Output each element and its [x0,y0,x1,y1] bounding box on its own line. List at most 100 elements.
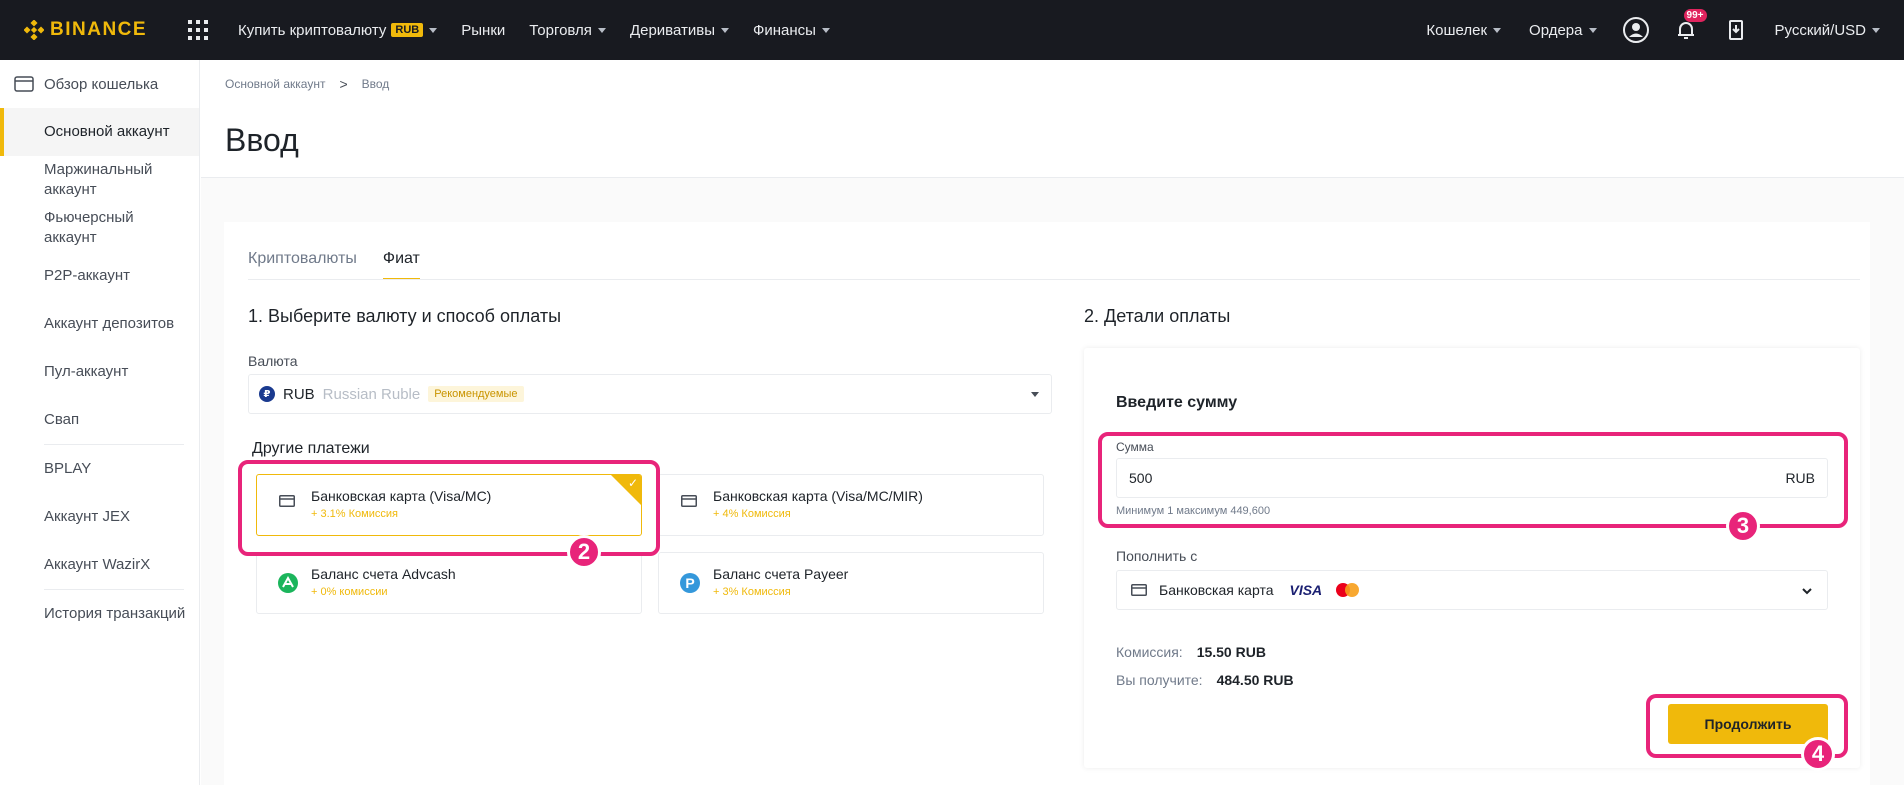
breadcrumb-parent[interactable]: Основной аккаунт [225,77,325,91]
funding-source-select[interactable]: Банковская карта VISA [1116,570,1828,610]
receive-row: Вы получите: 484.50 RUB [1116,672,1294,688]
payment-option-name: Баланс счета Payeer [713,566,849,582]
breadcrumb-current: Ввод [361,77,390,91]
chevron-down-icon [1493,27,1502,33]
nav-finance[interactable]: Финансы [753,22,830,39]
bell-icon [1677,22,1694,39]
sidebar-item-label: Свап [44,411,80,428]
nav-trade[interactable]: Торговля [529,22,606,39]
chevron-down-icon [1588,27,1597,33]
select-currency-title: 1. Выберите валюту и способ оплаты [248,306,562,326]
nav-wallet-label: Кошелек [1426,21,1488,39]
nav-trade-label: Торговля [529,21,592,39]
nav-orders[interactable]: Ордера [1529,21,1597,39]
sidebar-item-jex[interactable]: Аккаунт JEX [0,493,199,541]
download-button[interactable] [1721,15,1751,45]
breadcrumb: Основной аккаунт > Ввод [225,76,389,92]
card-icon [681,495,697,507]
profile-button[interactable] [1621,15,1651,45]
sidebar-item-label: Аккаунт депозитов [44,315,175,332]
annotation-badge-step2: 2 [567,535,601,569]
logo-text: BINANCE [50,19,148,40]
binance-logo[interactable]: BINANCE [24,19,154,41]
funding-source-value: Банковская карта [1159,582,1274,598]
chevron-down-icon [597,27,606,33]
currency-select[interactable]: ₽ RUB Russian Ruble Рекомендуемые [248,374,1052,414]
chevron-down-icon [429,27,438,33]
chevron-down-icon [720,27,729,33]
receive-label: Вы получите: [1116,672,1203,688]
visa-logo: VISA [1289,582,1323,598]
notification-count-badge: 99+ [1683,9,1707,22]
nav-markets[interactable]: Рынки [461,22,505,39]
mastercard-logo-icon [1336,583,1360,597]
nav-buy-crypto[interactable]: Купить криптовалюту RUB [238,21,438,39]
download-app-icon [1728,20,1743,40]
sidebar-item-history[interactable]: История транзакций [0,590,199,638]
tab-fiat[interactable]: Фиат [382,250,420,280]
annotation-badge-step3: 3 [1726,509,1760,543]
sidebar-item-bplay[interactable]: BPLAY [0,445,199,493]
other-payments-label: Другие платежи [252,440,370,457]
page-header: Основной аккаунт > Ввод Ввод [201,60,1904,178]
tab-crypto[interactable]: Криптовалюты [248,250,357,280]
top-right-menu: Кошелек Ордера 99+ Русский/USD [1412,0,1904,60]
sidebar-item-wazirx[interactable]: Аккаунт WazirX [0,541,199,589]
nav-finance-label: Финансы [752,21,816,39]
svg-text:P: P [685,575,694,591]
page-title: Ввод [225,122,299,158]
sidebar-item-futures[interactable]: Фьючерсный аккаунт [0,204,150,252]
nav-derivatives[interactable]: Деривативы [630,22,729,39]
fee-value: 15.50 RUB [1196,644,1266,660]
chevron-down-icon [1031,392,1039,397]
nav-derivatives-label: Деривативы [629,21,715,39]
payment-option-name: Банковская карта (Visa/MC/MIR) [713,488,923,504]
nav-buy-crypto-label: Купить криптовалюту [238,21,387,39]
payment-option-fee: + 4% Комиссия [713,508,791,520]
notifications-button[interactable]: 99+ [1671,9,1707,45]
sidebar-item-wallet-overview[interactable]: Обзор кошелька [0,60,199,108]
fee-row: Комиссия: 15.50 RUB [1116,644,1266,660]
currency-name: Russian Ruble [322,385,421,403]
payment-option-card-visa-mc-mir[interactable]: Банковская карта (Visa/MC/MIR) + 4% Коми… [658,474,1044,536]
sidebar-item-savings[interactable]: Аккаунт депозитов [0,300,199,348]
sidebar-item-label: BPLAY [44,460,92,477]
payment-option-name: Баланс счета Advcash [311,566,456,582]
chevron-down-icon [1802,588,1812,595]
currency-label: Валюта [248,353,298,369]
sidebar-item-label: Маржинальный аккаунт [44,161,153,198]
tabs-divider [248,279,1860,280]
sidebar-item-label: P2P-аккаунт [44,267,130,284]
chevron-down-icon [1872,27,1880,33]
sidebar-item-main-account[interactable]: Основной аккаунт [0,108,199,156]
payment-details-title: 2. Детали оплаты [1084,306,1231,326]
nav-wallet[interactable]: Кошелек [1426,21,1502,39]
payment-option-fee: + 3% Комиссия [713,586,791,598]
chevron-down-icon [821,27,830,33]
apps-grid-icon[interactable] [188,20,208,40]
fee-label: Комиссия: [1116,644,1183,660]
sidebar-item-margin[interactable]: Маржинальный аккаунт [0,156,153,204]
wallet-sidebar: Обзор кошелька Основной аккаунт Маржинал… [0,60,200,785]
top-navigation-bar: BINANCE Купить криптовалюту RUB Рынки То… [0,0,1904,60]
nav-orders-label: Ордера [1529,21,1583,39]
rub-badge: RUB [391,23,424,37]
sidebar-item-label: Пул-аккаунт [44,363,129,380]
annotation-badge-step4: 4 [1801,737,1835,771]
payment-option-fee: + 0% комиссии [311,586,388,598]
funding-source-label: Пополнить с [1116,548,1198,564]
main-nav: Купить криптовалюту RUB Рынки Торговля Д… [226,22,842,39]
sidebar-item-p2p[interactable]: P2P-аккаунт [0,252,199,300]
receive-value: 484.50 RUB [1216,672,1294,688]
language-currency-selector[interactable]: Русский/USD [1775,22,1880,39]
nav-markets-label: Рынки [461,21,506,39]
payeer-icon: P [680,573,700,593]
deposit-tabs: Криптовалюты Фиат [248,250,446,280]
sidebar-item-pool[interactable]: Пул-аккаунт [0,348,199,396]
ruble-icon: ₽ [259,386,275,402]
binance-logo-icon [24,20,44,40]
payment-option-payeer[interactable]: P Баланс счета Payeer + 3% Комиссия [658,552,1044,614]
sidebar-item-label: Аккаунт WazirX [44,556,151,573]
recommended-badge: Рекомендуемые [428,386,524,402]
sidebar-item-swap[interactable]: Свап [0,396,199,444]
